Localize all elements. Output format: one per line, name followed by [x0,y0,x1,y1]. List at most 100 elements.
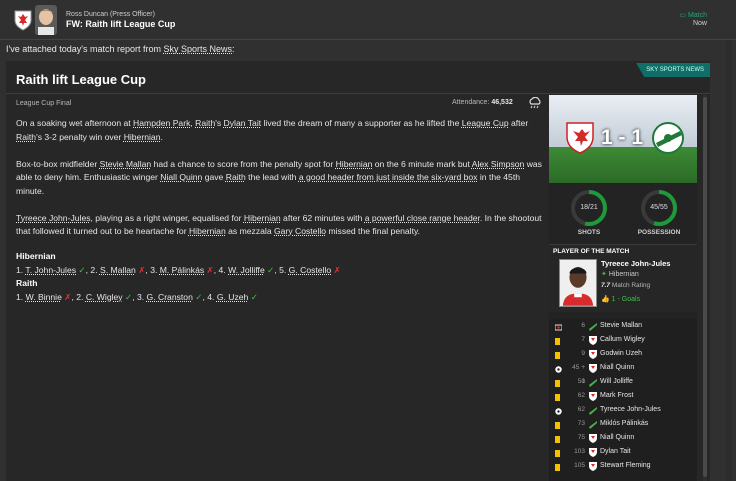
club-link[interactable]: Raith [16,132,36,142]
yellow-icon [555,351,561,359]
hibernian-badge-icon: ✦ [601,271,607,278]
weather-rain-icon [529,97,541,109]
club-link[interactable]: Raith [195,118,215,128]
attendance: Attendance: 46,532 [452,99,513,106]
club-link[interactable]: Hibernian [189,226,226,236]
event-player[interactable]: Godwin Uzeh [600,347,642,361]
stadium-link[interactable]: Hampden Park [133,118,190,128]
possession-stat: 45/55 POSSESSION [629,189,689,236]
event-row[interactable]: 73 Miklós Pálinkás [549,417,697,431]
sender-avatar[interactable] [35,5,57,35]
report-scrollbar[interactable] [703,95,707,481]
sender-name[interactable]: Ross Duncan (Press Officer) [66,11,155,18]
event-player[interactable]: Tyreece John-Jules [600,403,661,417]
club-link[interactable]: Hibernian [336,159,373,169]
kick-player-link[interactable]: G. Cranston [147,292,193,302]
player-link[interactable]: Tyreece John-Jules [16,213,91,223]
scoreboard[interactable]: 1 - 1 [549,95,697,183]
match-events-list[interactable]: 6 Stevie Mallan 7 Callum Wigley 9 Godwin Uzeh… [549,319,697,481]
event-minute: 9 [581,350,585,357]
event-player[interactable]: Dylan Tait [600,445,631,459]
event-row[interactable]: 9 Godwin Uzeh [549,347,697,361]
event-minute: 62 [577,406,585,413]
player-link[interactable]: Stevie Mallan [100,159,152,169]
raith-crest-icon [566,122,594,154]
competition-link[interactable]: League Cup [462,118,509,128]
highlight-link[interactable]: a good header from just inside the six-y… [299,172,478,182]
text: missed the final penalty. [326,226,421,236]
scrollbar-thumb[interactable] [703,97,707,477]
yellow-icon [555,449,561,457]
message-header: Ross Duncan (Press Officer) FW: Raith li… [0,0,736,40]
text: 's [215,118,224,128]
club-link[interactable]: Raith [226,172,246,182]
raith-badge-icon [589,434,597,443]
club-link[interactable]: Hibernian [244,213,281,223]
event-minute: 105 [574,462,585,469]
match-tag[interactable]: ▭ Match [679,11,707,19]
kick-player-link[interactable]: C. Wigley [86,292,123,302]
penalty-shootout: Hibernian 1. T. John-Jules ✓, 2. S. Mall… [16,250,341,304]
player-link[interactable]: Gary Costello [274,226,326,236]
penalty-miss-icon [554,323,563,331]
event-player[interactable]: Mark Frost [600,389,633,403]
text: had a chance to score from the penalty s… [151,158,336,169]
report-title: Raith lift League Cup [16,72,146,87]
event-player[interactable]: Niall Quinn [600,361,634,375]
report-paragraph-3: Tyreece John-Jules, playing as a right w… [16,212,546,239]
potm-rating-value: 7.7 [601,282,611,289]
kick-player-link[interactable]: S. Mallan [100,265,136,275]
intro-lead: I've attached today's match report from [6,44,164,54]
event-player[interactable]: Stewart Fleming [600,459,651,473]
yellow-icon [555,463,561,471]
event-player[interactable]: Callum Wigley [600,333,645,347]
highlight-link[interactable]: a powerful close range header [365,213,480,223]
kick-order: 4. [218,264,229,275]
event-row[interactable]: 50 Will Jolliffe [549,375,697,389]
potm-rating: 7.7 Match Rating [601,282,650,289]
attendance-value: 46,532 [491,99,513,106]
source-link[interactable]: Sky Sports News [164,44,233,54]
kick-player-link[interactable]: W. Jolliffe [228,265,265,275]
kick-player-link[interactable]: G. Uzeh [217,292,249,302]
event-row[interactable]: 105 Stewart Fleming [549,459,697,473]
raith-badge-icon [589,392,597,401]
player-link[interactable]: Alex Simpson [472,159,525,169]
shots-label: SHOTS [577,229,601,236]
text: lived the dream of many a supporter as h… [261,118,462,128]
text: , playing as a right winger, equalised f… [90,212,244,223]
event-row[interactable]: 7 Callum Wigley [549,333,697,347]
match-tag-label: Match [687,12,707,19]
potm-goals-text: 1 - Goals [611,296,641,303]
kick-order: 2. [90,264,100,275]
match-summary-panel: 1 - 1 18/21 SHOTS 45/55 POSSESSION PLAYE… [549,95,697,481]
potm-name[interactable]: Tyreece John-Jules [601,259,670,268]
event-player[interactable]: Stevie Mallan [600,319,642,333]
page-scrollbar[interactable] [726,40,732,481]
text: on the 6 minute mark but [372,158,472,169]
kick-player-link[interactable]: W. Binnie [26,292,62,302]
event-row[interactable]: 62 Mark Frost [549,389,697,403]
event-row[interactable]: 75 Niall Quinn [549,431,697,445]
kick-player-link[interactable]: T. John-Jules [25,265,76,275]
source-badge: SKY SPORTS NEWS [636,63,710,77]
event-row[interactable]: 103 Dylan Tait [549,445,697,459]
potm-rating-label: Match Rating [611,282,651,289]
event-row[interactable]: 6 Stevie Mallan [549,319,697,333]
potm-player-photo[interactable] [559,259,597,307]
event-row[interactable]: 45 + 1 Niall Quinn [549,361,697,385]
player-link[interactable]: Niall Quinn [160,172,202,182]
kick-player-link[interactable]: G. Costello [289,265,332,275]
club-link[interactable]: Hibernian [124,132,161,142]
text: as mezzala [225,226,274,236]
text: after [508,118,529,128]
event-row[interactable]: 62 Tyreece John-Jules [549,403,697,417]
event-player[interactable]: Niall Quinn [600,431,634,445]
event-player[interactable]: Will Jolliffe [600,375,633,389]
player-link[interactable]: Dylan Tait [224,118,262,128]
message-time: Now [692,20,707,27]
shootout-kick: 1. W. Binnie ✗, [16,292,76,302]
kick-player-link[interactable]: M. Pálinkás [160,265,204,275]
kick-order: 4. [207,291,217,302]
event-player[interactable]: Miklós Pálinkás [600,417,648,431]
